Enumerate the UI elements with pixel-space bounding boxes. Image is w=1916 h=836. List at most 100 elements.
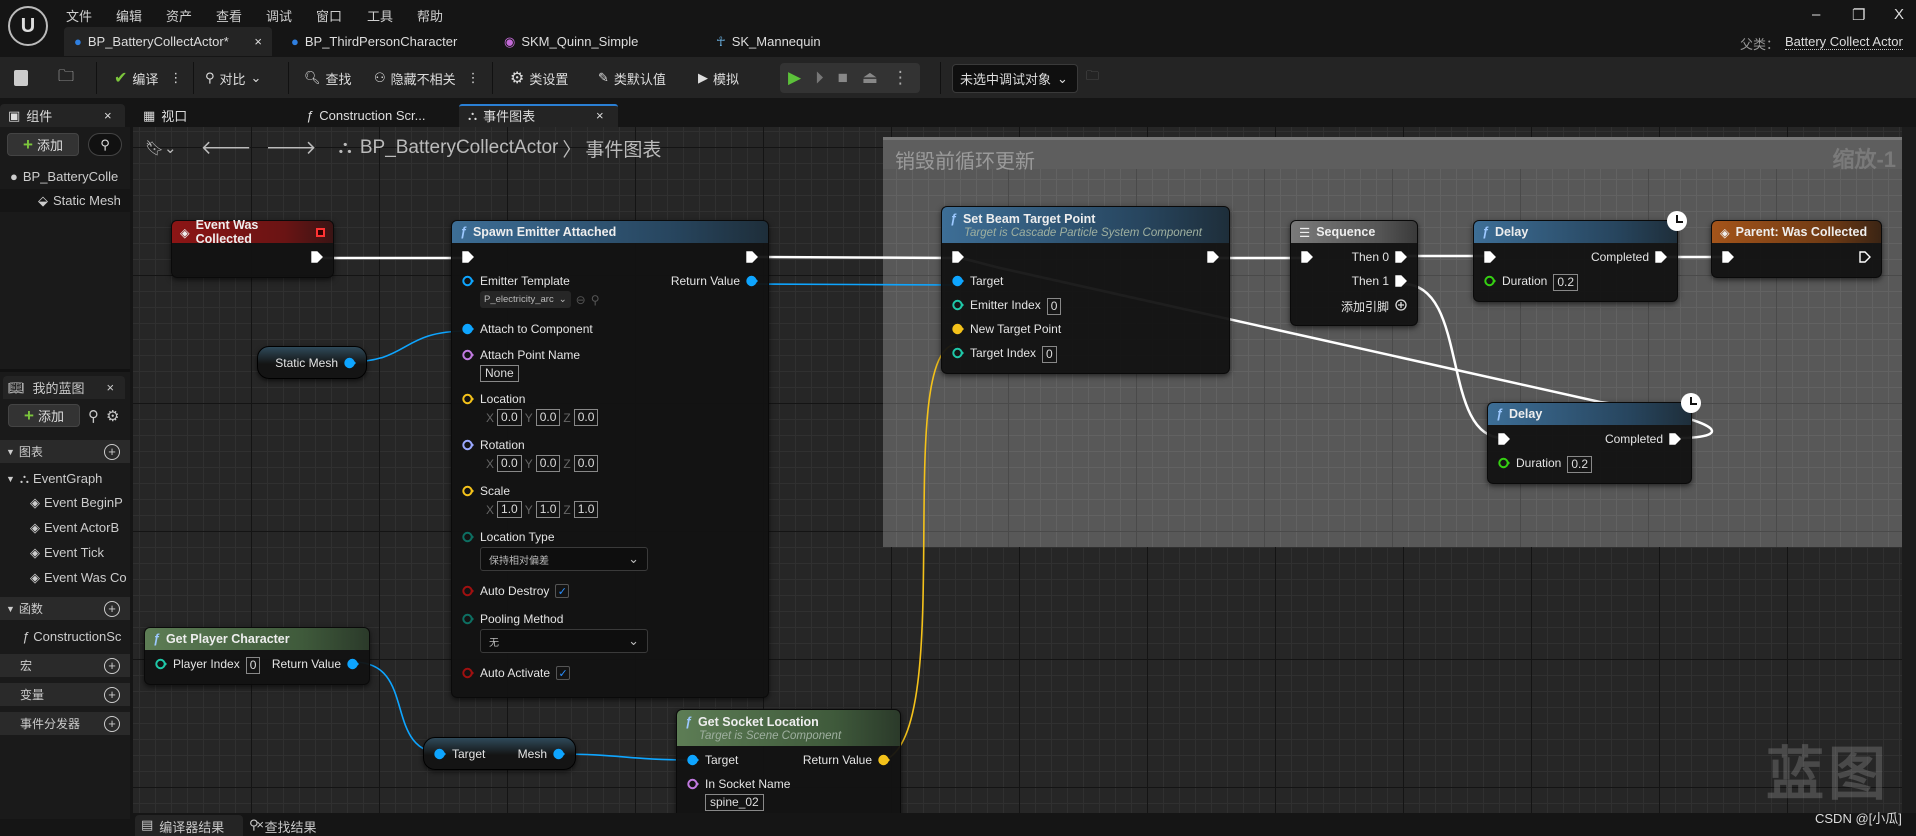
node-header[interactable]: ƒ Get Socket Location Target is Scene Comp… bbox=[677, 710, 900, 746]
exec-pin[interactable] bbox=[942, 250, 970, 263]
target-pin[interactable]: Target bbox=[677, 753, 738, 767]
close-tab-button[interactable]: × bbox=[104, 104, 112, 127]
rotation-pin[interactable]: Rotation X 0.0 Y 0.0 Z 0.0 bbox=[452, 438, 599, 472]
stop-icon[interactable]: ■ bbox=[838, 68, 848, 88]
exec-pin-icon[interactable] bbox=[1722, 251, 1734, 263]
exec-pin-icon[interactable] bbox=[952, 251, 964, 263]
int-pin-icon[interactable] bbox=[155, 658, 167, 670]
event-item[interactable]: ◈ Event ActorB bbox=[0, 516, 130, 539]
add-circle-icon[interactable]: + bbox=[104, 686, 120, 703]
tab-bp-batterycollectactor-[interactable]: ● BP_BatteryCollectActor* × bbox=[64, 27, 272, 56]
tab-find-results[interactable]: ⚲ 查找结果 bbox=[249, 817, 317, 836]
eject-icon[interactable]: ⏏ bbox=[862, 68, 878, 88]
axis-x-field[interactable]: 0.0 bbox=[497, 455, 522, 472]
node-header[interactable]: ƒ Get Player Character bbox=[145, 628, 369, 650]
class-settings-button[interactable]: ⚙ 类设置 bbox=[510, 67, 568, 89]
variable-node-static_mesh[interactable]: Static Mesh bbox=[257, 346, 367, 379]
exec-pin-icon[interactable] bbox=[1859, 251, 1871, 263]
debug-browse-button[interactable]: 🗀 bbox=[1086, 67, 1099, 89]
search-components-button[interactable]: ⚲ bbox=[88, 133, 122, 156]
close-tab-button[interactable]: × bbox=[254, 34, 262, 49]
--pin[interactable]: 添加引脚 bbox=[1341, 298, 1417, 315]
checkbox[interactable]: ✓ bbox=[556, 666, 571, 680]
int-pin-icon[interactable] bbox=[952, 347, 964, 359]
attach-to-component-pin[interactable]: Attach to Component bbox=[452, 322, 593, 336]
return-value-pin[interactable]: Return Value bbox=[803, 753, 900, 767]
bookmark-icon[interactable]: 🔖︎⌄ bbox=[145, 139, 177, 157]
axis-y-field[interactable]: 0.0 bbox=[535, 455, 561, 472]
node-beam[interactable]: ƒ Set Beam Target Point Target is Cascade … bbox=[941, 206, 1230, 374]
node-spawn[interactable]: ƒ Spawn Emitter Attached Emitter Template P… bbox=[451, 220, 769, 698]
tab-construction-script[interactable]: ƒ Construction Scr... bbox=[306, 104, 425, 127]
node-header[interactable]: ◈ Parent: Was Collected bbox=[1712, 221, 1881, 243]
float-pin-icon[interactable] bbox=[1484, 275, 1496, 287]
exec-pin-icon[interactable] bbox=[1207, 251, 1219, 263]
node-event[interactable]: ◈ Event Was Collected bbox=[171, 218, 334, 278]
menu-item[interactable]: 调试 bbox=[266, 6, 292, 25]
name-field[interactable]: spine_02 bbox=[705, 794, 764, 811]
axis-x-field[interactable]: 1.0 bbox=[497, 501, 522, 518]
search-icon[interactable]: ⚲ bbox=[88, 407, 99, 425]
duration-pin[interactable]: Duration 0.2 bbox=[1474, 274, 1579, 291]
breadcrumb-blueprint[interactable]: BP_BatteryCollectActor bbox=[360, 137, 559, 159]
node-delay1[interactable]: ƒ Delay Completed Duration 0.2 bbox=[1473, 211, 1687, 302]
tab-components[interactable]: ▣ 组件 bbox=[8, 104, 52, 127]
node-player[interactable]: ƒ Get Player Character Player Index 0 Return… bbox=[144, 627, 370, 685]
node-seq[interactable]: ☰ Sequence Then 0 Then 1 添加引脚 bbox=[1290, 220, 1418, 326]
return-value-pin[interactable]: Return Value bbox=[671, 274, 768, 288]
exec-pin-icon[interactable] bbox=[1498, 433, 1510, 445]
exec-pin-icon[interactable] bbox=[1395, 251, 1407, 263]
event-item[interactable]: ◈ Event Was Co bbox=[0, 566, 130, 589]
pooling-method-pin[interactable]: Pooling Method 无 ⌄ bbox=[452, 612, 648, 653]
wire[interactable] bbox=[749, 283, 959, 286]
step-icon[interactable]: ⏵ bbox=[815, 68, 824, 88]
simulate-button[interactable]: ▶ 模拟 bbox=[698, 67, 739, 89]
parent-class-link[interactable]: Battery Collect Actor bbox=[1785, 34, 1903, 50]
minimize-button[interactable]: – bbox=[1812, 6, 1820, 23]
component-item[interactable]: ● BP_BatteryColle bbox=[0, 165, 130, 188]
exec-pin[interactable] bbox=[1474, 250, 1502, 263]
section-graphs[interactable]: ▼ 图表 + bbox=[0, 440, 130, 463]
browse-icon[interactable]: ⚲ bbox=[591, 293, 600, 307]
attach-point-name-pin[interactable]: Attach Point Name None bbox=[452, 348, 580, 382]
duration-pin[interactable]: Duration 0.2 bbox=[1488, 456, 1593, 473]
then-1-pin[interactable]: Then 1 bbox=[1352, 274, 1417, 288]
exec-pin-icon[interactable] bbox=[1395, 275, 1407, 287]
auto-destroy-pin[interactable]: Auto Destroy ✓ bbox=[452, 584, 570, 598]
section-variables[interactable]: 变量 + bbox=[0, 683, 130, 706]
node-header[interactable]: ƒ Set Beam Target Point Target is Cascade … bbox=[942, 207, 1229, 243]
menu-item[interactable]: 窗口 bbox=[316, 6, 342, 25]
exec-pin[interactable] bbox=[1201, 250, 1229, 263]
more-options-icon[interactable]: ⋮ bbox=[467, 70, 480, 86]
node-header[interactable]: ƒ Delay bbox=[1488, 403, 1691, 425]
back-arrow-icon[interactable]: 🡐 bbox=[201, 136, 252, 160]
enum-pin-icon[interactable] bbox=[462, 613, 474, 625]
add-member-button[interactable]: + 添加 bbox=[8, 404, 80, 427]
more-options-icon[interactable]: ⋮ bbox=[169, 70, 182, 86]
exec-pin-icon[interactable] bbox=[1655, 251, 1667, 263]
number-field[interactable]: 0 bbox=[1046, 298, 1062, 315]
target-pin[interactable]: Target bbox=[942, 274, 1003, 288]
target-pin[interactable]: Target bbox=[434, 747, 485, 761]
vector-pin-icon[interactable] bbox=[462, 393, 474, 405]
close-window-button[interactable]: X bbox=[1894, 6, 1904, 23]
int-pin-icon[interactable] bbox=[952, 299, 964, 311]
object-pin-icon[interactable] bbox=[344, 357, 356, 369]
vector-pin-icon[interactable] bbox=[462, 485, 474, 497]
node-header[interactable]: ƒ Spawn Emitter Attached bbox=[452, 221, 768, 243]
wire[interactable] bbox=[752, 255, 958, 260]
use-selected-icon[interactable]: ⊖ bbox=[576, 293, 586, 307]
axis-z-field[interactable]: 1.0 bbox=[573, 501, 599, 518]
exec-pin[interactable] bbox=[1291, 250, 1319, 263]
tab-skm-quinn-simple[interactable]: ◉ SKM_Quinn_Simple bbox=[494, 27, 694, 56]
breadcrumb-graph[interactable]: 事件图表 bbox=[585, 135, 661, 162]
player-index-pin[interactable]: Player Index 0 bbox=[145, 657, 261, 674]
unreal-logo[interactable]: U bbox=[8, 6, 48, 46]
exec-pin-icon[interactable] bbox=[1669, 433, 1681, 445]
completed-pin[interactable]: Completed bbox=[1591, 250, 1677, 264]
object-pin-icon[interactable] bbox=[462, 323, 474, 335]
name-field[interactable]: None bbox=[480, 365, 519, 382]
event-item[interactable]: ◈ Event Tick bbox=[0, 541, 130, 564]
add-pin-icon[interactable] bbox=[1395, 299, 1407, 311]
return-value-pin[interactable]: Return Value bbox=[272, 657, 369, 671]
